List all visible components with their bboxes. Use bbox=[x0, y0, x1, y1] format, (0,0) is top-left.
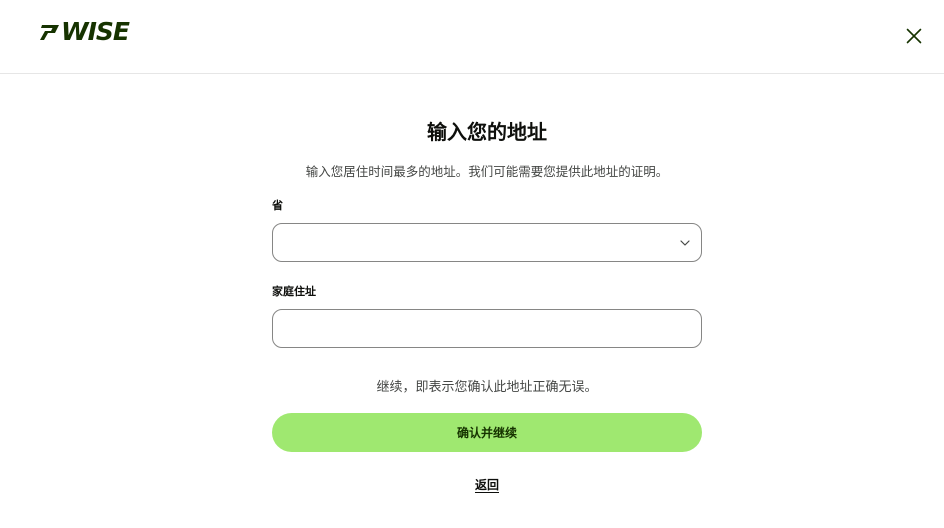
back-link[interactable]: 返回 bbox=[475, 478, 499, 492]
close-icon bbox=[906, 28, 922, 44]
top-bar: WISE bbox=[0, 0, 944, 74]
home-address-label: 家庭住址 bbox=[272, 285, 316, 298]
back-link-container: 返回 bbox=[272, 476, 702, 494]
confirm-continue-button[interactable]: 确认并继续 bbox=[272, 413, 702, 452]
province-select[interactable] bbox=[272, 223, 702, 262]
page-title: 输入您的地址 bbox=[427, 120, 547, 144]
wise-flag-icon bbox=[40, 25, 59, 40]
wise-logo[interactable]: WISE bbox=[40, 17, 130, 46]
home-address-input[interactable] bbox=[272, 309, 702, 348]
close-button[interactable] bbox=[902, 24, 926, 48]
province-label: 省 bbox=[272, 199, 283, 212]
confirmation-notice: 继续，即表示您确认此地址正确无误。 bbox=[376, 380, 598, 395]
page-subtitle: 输入您居住时间最多的地址。我们可能需要您提供此地址的证明。 bbox=[305, 164, 669, 179]
logo-text: WISE bbox=[61, 17, 130, 46]
chevron-down-icon bbox=[680, 240, 690, 246]
